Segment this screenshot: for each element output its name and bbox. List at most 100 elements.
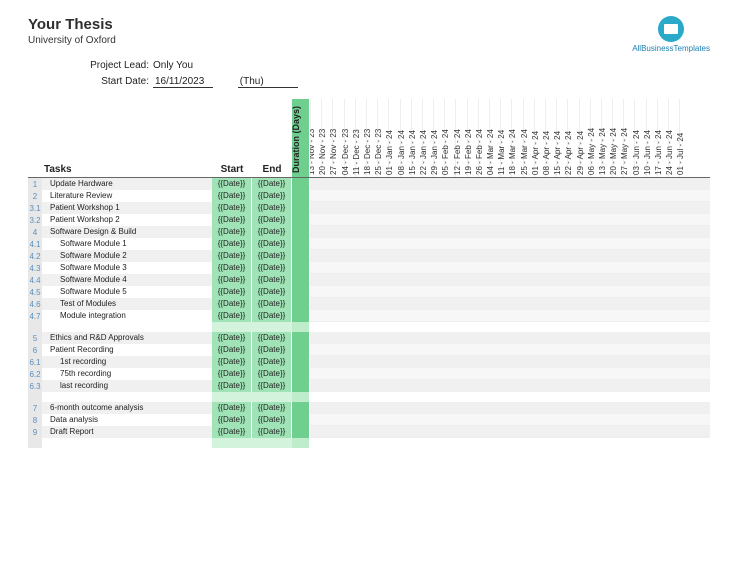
task-end[interactable]: {{Date}}: [252, 238, 292, 250]
task-start[interactable]: {{Date}}: [212, 262, 252, 274]
task-name[interactable]: 6-month outcome analysis: [42, 402, 212, 414]
task-row[interactable]: 4.3Software Module 3{{Date}}{{Date}}: [28, 262, 710, 274]
task-row[interactable]: 3.1Patient Workshop 1{{Date}}{{Date}}: [28, 202, 710, 214]
task-name[interactable]: Ethics and R&D Approvals: [42, 332, 212, 344]
task-row[interactable]: 76-month outcome analysis{{Date}}{{Date}…: [28, 402, 710, 414]
task-name[interactable]: Test of Modules: [42, 298, 212, 310]
task-end[interactable]: {{Date}}: [252, 286, 292, 298]
task-end[interactable]: {{Date}}: [252, 274, 292, 286]
task-start[interactable]: {{Date}}: [212, 214, 252, 226]
start-date-day: (Thu): [238, 76, 298, 88]
task-start[interactable]: {{Date}}: [212, 274, 252, 286]
task-row[interactable]: 1Update Hardware{{Date}}{{Date}}: [28, 178, 710, 190]
project-meta: Project Lead: Only You Start Date: 16/11…: [28, 60, 710, 92]
task-row[interactable]: 4.1Software Module 1{{Date}}{{Date}}: [28, 238, 710, 250]
project-lead-label: Project Lead:: [28, 60, 153, 71]
task-name[interactable]: Patient Recording: [42, 344, 212, 356]
task-name[interactable]: 75th recording: [42, 368, 212, 380]
task-start[interactable]: {{Date}}: [212, 332, 252, 344]
task-row[interactable]: 4.2Software Module 2{{Date}}{{Date}}: [28, 250, 710, 262]
task-end[interactable]: {{Date}}: [252, 226, 292, 238]
project-lead-value: Only You: [153, 60, 193, 71]
task-name[interactable]: Software Module 4: [42, 274, 212, 286]
task-id: 6.3: [28, 380, 42, 392]
task-timeline: [310, 414, 710, 426]
col-tasks-header: Tasks: [42, 164, 212, 177]
task-duration-cell: [292, 356, 310, 368]
task-end[interactable]: {{Date}}: [252, 344, 292, 356]
task-timeline: [310, 178, 710, 190]
gantt-grid: Tasks Start End Duration (Days) 13 - Nov…: [28, 98, 710, 448]
task-name[interactable]: Update Hardware: [42, 178, 212, 190]
task-id: 1: [28, 178, 42, 190]
task-row[interactable]: 2Literature Review{{Date}}{{Date}}: [28, 190, 710, 202]
task-row[interactable]: 3.2Patient Workshop 2{{Date}}{{Date}}: [28, 214, 710, 226]
task-start[interactable]: {{Date}}: [212, 426, 252, 438]
task-row[interactable]: 4.7Module integration{{Date}}{{Date}}: [28, 310, 710, 322]
task-start[interactable]: {{Date}}: [212, 414, 252, 426]
task-start[interactable]: {{Date}}: [212, 380, 252, 392]
task-end[interactable]: {{Date}}: [252, 214, 292, 226]
task-row[interactable]: 8Data analysis{{Date}}{{Date}}: [28, 414, 710, 426]
task-end[interactable]: {{Date}}: [252, 402, 292, 414]
task-start[interactable]: {{Date}}: [212, 344, 252, 356]
task-end[interactable]: {{Date}}: [252, 414, 292, 426]
task-row[interactable]: 5Ethics and R&D Approvals{{Date}}{{Date}…: [28, 332, 710, 344]
task-row[interactable]: 6Patient Recording{{Date}}{{Date}}: [28, 344, 710, 356]
task-start[interactable]: {{Date}}: [212, 190, 252, 202]
task-id: 6.2: [28, 368, 42, 380]
task-timeline: [310, 202, 710, 214]
task-row[interactable]: 6.275th recording{{Date}}{{Date}}: [28, 368, 710, 380]
task-name[interactable]: Draft Report: [42, 426, 212, 438]
task-end[interactable]: {{Date}}: [252, 426, 292, 438]
task-row[interactable]: 9Draft Report{{Date}}{{Date}}: [28, 426, 710, 438]
task-end[interactable]: {{Date}}: [252, 298, 292, 310]
task-name[interactable]: 1st recording: [42, 356, 212, 368]
task-name[interactable]: Software Design & Build: [42, 226, 212, 238]
task-name[interactable]: last recording: [42, 380, 212, 392]
task-start[interactable]: {{Date}}: [212, 298, 252, 310]
task-end[interactable]: {{Date}}: [252, 356, 292, 368]
task-start[interactable]: {{Date}}: [212, 402, 252, 414]
task-start[interactable]: {{Date}}: [212, 286, 252, 298]
task-end[interactable]: {{Date}}: [252, 178, 292, 190]
task-end[interactable]: {{Date}}: [252, 190, 292, 202]
task-name[interactable]: Software Module 1: [42, 238, 212, 250]
task-name[interactable]: Module integration: [42, 310, 212, 322]
task-end[interactable]: {{Date}}: [252, 332, 292, 344]
task-name[interactable]: Software Module 2: [42, 250, 212, 262]
task-end[interactable]: {{Date}}: [252, 202, 292, 214]
task-start[interactable]: {{Date}}: [212, 238, 252, 250]
task-name[interactable]: Software Module 3: [42, 262, 212, 274]
task-row[interactable]: 4Software Design & Build{{Date}}{{Date}}: [28, 226, 710, 238]
task-end[interactable]: {{Date}}: [252, 310, 292, 322]
task-row[interactable]: 6.11st recording{{Date}}{{Date}}: [28, 356, 710, 368]
task-start[interactable]: {{Date}}: [212, 226, 252, 238]
task-row[interactable]: 4.5Software Module 5{{Date}}{{Date}}: [28, 286, 710, 298]
task-name[interactable]: Software Module 5: [42, 286, 212, 298]
task-start[interactable]: {{Date}}: [212, 202, 252, 214]
task-end[interactable]: {{Date}}: [252, 380, 292, 392]
task-timeline: [310, 190, 710, 202]
task-name[interactable]: Data analysis: [42, 414, 212, 426]
task-row[interactable]: 4.4Software Module 4{{Date}}{{Date}}: [28, 274, 710, 286]
task-timeline: [310, 332, 710, 344]
task-name[interactable]: Patient Workshop 1: [42, 202, 212, 214]
task-row[interactable]: 6.3last recording{{Date}}{{Date}}: [28, 380, 710, 392]
task-name[interactable]: Literature Review: [42, 190, 212, 202]
task-duration-cell: [292, 202, 310, 214]
task-start[interactable]: {{Date}}: [212, 178, 252, 190]
task-body: 1Update Hardware{{Date}}{{Date}}2Literat…: [28, 178, 710, 448]
task-end[interactable]: {{Date}}: [252, 262, 292, 274]
task-name[interactable]: Patient Workshop 2: [42, 214, 212, 226]
task-start[interactable]: {{Date}}: [212, 310, 252, 322]
task-start[interactable]: {{Date}}: [212, 356, 252, 368]
task-row[interactable]: 4.6Test of Modules{{Date}}{{Date}}: [28, 298, 710, 310]
group-spacer: [28, 322, 710, 332]
task-end[interactable]: {{Date}}: [252, 250, 292, 262]
start-date-label: Start Date:: [28, 76, 153, 87]
task-start[interactable]: {{Date}}: [212, 250, 252, 262]
task-end[interactable]: {{Date}}: [252, 368, 292, 380]
task-start[interactable]: {{Date}}: [212, 368, 252, 380]
start-date-value[interactable]: 16/11/2023: [153, 76, 213, 88]
